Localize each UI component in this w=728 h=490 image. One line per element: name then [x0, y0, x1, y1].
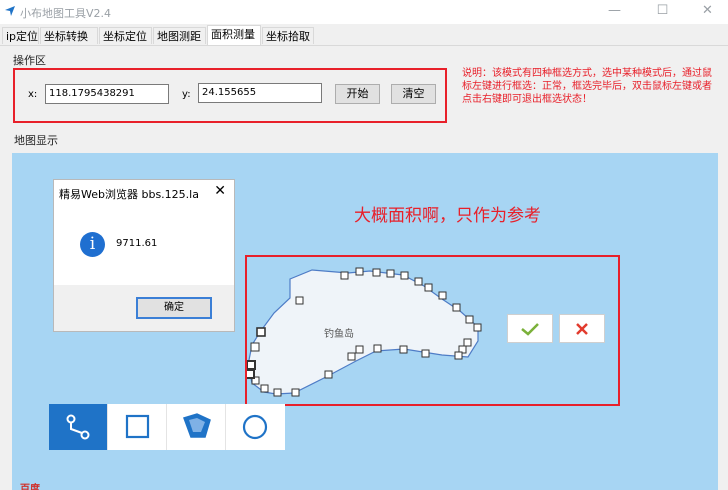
tab-area-measure[interactable]: 面积测量 — [207, 25, 261, 45]
app-logo-icon — [5, 6, 15, 16]
drawing-toolbar — [49, 404, 285, 450]
dialog-footer: 确定 — [54, 285, 234, 331]
map-section-label: 地图显示 — [14, 134, 58, 147]
x-coordinate-input[interactable]: 118.1795438291 — [45, 84, 169, 104]
x-icon — [576, 323, 588, 335]
result-dialog: 精易Web浏览器 bbs.125.la ✕ i 9711.61 确定 — [53, 179, 235, 332]
tab-coord-convert[interactable]: 坐标转换 — [40, 27, 98, 44]
info-icon: i — [80, 232, 105, 257]
area-annotation: 大概面积啊，只作为参考 — [354, 206, 541, 226]
circle-tool-button[interactable] — [226, 404, 285, 450]
tab-bar: ip定位 坐标转换 坐标定位 地图测距 面积测量 坐标拾取 — [0, 25, 728, 46]
dialog-title: 精易Web浏览器 bbs.125.la — [59, 188, 199, 201]
tab-coord-pick[interactable]: 坐标拾取 — [262, 27, 314, 44]
island-polygon — [247, 269, 479, 395]
check-icon — [521, 323, 539, 336]
polyline-icon — [66, 414, 90, 440]
dialog-close-icon[interactable]: ✕ — [214, 183, 226, 199]
y-label: y: — [182, 89, 191, 100]
polyline-tool-button[interactable] — [49, 404, 108, 450]
operation-section-label: 操作区 — [13, 54, 46, 67]
minimize-button[interactable]: — — [592, 0, 637, 24]
dialog-ok-button[interactable]: 确定 — [136, 297, 212, 319]
window-title: 小布地图工具V2.4 — [20, 7, 112, 20]
operation-highlight-box: x: 118.1795438291 y: 24.155655 开始 清空 — [13, 68, 447, 123]
start-button[interactable]: 开始 — [335, 84, 380, 104]
close-button[interactable]: ✕ — [685, 0, 728, 24]
island-label: 钓鱼岛 — [324, 329, 354, 340]
title-bar: 小布地图工具V2.4 — ☐ ✕ — [0, 0, 728, 24]
clear-button[interactable]: 清空 — [391, 84, 436, 104]
map-logo: 百度 — [20, 484, 40, 490]
y-coordinate-input[interactable]: 24.155655 — [198, 83, 322, 103]
x-label: x: — [28, 89, 38, 100]
map-view[interactable]: 钓鱼岛 大概面积啊，只作为参考 百度 精易Web浏览器 bbs.125.la ✕… — [12, 153, 718, 490]
polygon-tool-button[interactable] — [167, 404, 226, 450]
rectangle-tool-button[interactable] — [108, 404, 167, 450]
dialog-message: 9711.61 — [116, 238, 158, 249]
rectangle-icon — [125, 414, 150, 439]
tab-coord-locate[interactable]: 坐标定位 — [99, 27, 152, 44]
polygon-icon — [183, 413, 211, 438]
circle-icon — [242, 414, 268, 440]
tab-ip-locate[interactable]: ip定位 — [2, 27, 39, 44]
instructions-text: 说明：该模式有四种框选方式，选中某种模式后，通过鼠标左键进行框选：正常，框选完毕… — [462, 68, 712, 105]
cancel-button[interactable] — [559, 314, 605, 343]
confirm-button[interactable] — [507, 314, 553, 343]
tab-map-distance[interactable]: 地图测距 — [153, 27, 206, 44]
maximize-button[interactable]: ☐ — [640, 0, 685, 24]
